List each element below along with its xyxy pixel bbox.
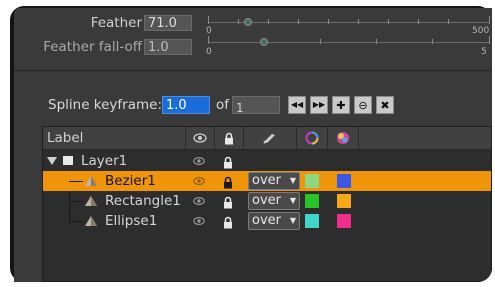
tree-row-label: Rectangle1 bbox=[105, 193, 181, 209]
tree-row-label: Bezier1 bbox=[105, 173, 156, 189]
lock-icon[interactable] bbox=[223, 174, 235, 189]
tree-row-layer1[interactable]: Layer1 bbox=[43, 151, 491, 171]
label-column-header[interactable]: Label bbox=[47, 127, 83, 149]
feather-falloff-slider[interactable] bbox=[208, 36, 490, 48]
tree-row-rectangle1[interactable]: Rectangle1 over ▼ bbox=[43, 191, 491, 211]
bezier-shape-icon bbox=[85, 176, 97, 186]
shape-color-swatch[interactable] bbox=[337, 174, 351, 188]
blend-mode-select[interactable]: over ▼ bbox=[248, 172, 300, 190]
visibility-column-header[interactable] bbox=[185, 127, 214, 149]
lock-icon bbox=[225, 132, 233, 144]
overlay-column-header[interactable] bbox=[296, 127, 327, 149]
spline-keyframe-label: Spline keyframe: bbox=[48, 97, 163, 113]
tree-row-bezier1[interactable]: Bezier1 over ▼ bbox=[43, 171, 491, 191]
clear-keyframes-icon: ✖ bbox=[380, 98, 390, 112]
ellipse-shape-icon bbox=[85, 216, 97, 226]
feather-falloff-row: Feather fall-off 1.0 0 5 bbox=[14, 36, 492, 57]
remove-keyframe-icon: ⊖ bbox=[358, 98, 368, 112]
feather-falloff-input[interactable]: 1.0 bbox=[144, 39, 192, 55]
feather-falloff-max-label: 5 bbox=[481, 47, 487, 57]
layer-icon bbox=[63, 156, 73, 165]
overlay-color-swatch[interactable] bbox=[305, 194, 319, 208]
dropdown-arrow-icon: ▼ bbox=[289, 216, 296, 225]
remove-keyframe-button[interactable]: ⊖ bbox=[354, 96, 372, 114]
color-ball-icon bbox=[337, 132, 349, 144]
feather-label: Feather bbox=[90, 15, 142, 31]
feather-row: Feather 71.0 0 500 bbox=[14, 14, 492, 36]
extra-column-header bbox=[358, 127, 492, 149]
dropdown-arrow-icon: ▼ bbox=[289, 176, 296, 185]
blend-mode-select[interactable]: over ▼ bbox=[248, 192, 300, 210]
blend-column-header[interactable] bbox=[243, 127, 296, 149]
feather-falloff-min-label: 0 bbox=[206, 47, 212, 57]
prev-keyframe-icon: ◀◀ bbox=[290, 100, 304, 109]
tree-row-ellipse1[interactable]: Ellipse1 over ▼ bbox=[43, 211, 491, 231]
roto-settings-panel: Feather 71.0 0 500 Feather fall-off 1.0 … bbox=[14, 8, 492, 282]
overlay-color-swatch[interactable] bbox=[305, 174, 319, 188]
spline-keyframe-input[interactable]: 1.0 bbox=[162, 96, 210, 114]
lock-icon[interactable] bbox=[223, 214, 235, 229]
feather-falloff-label: Feather fall-off bbox=[43, 39, 142, 55]
shape-color-swatch[interactable] bbox=[337, 194, 351, 208]
dropdown-arrow-icon: ▼ bbox=[289, 196, 296, 205]
tree-row-label: Layer1 bbox=[81, 153, 128, 169]
blend-mode-select[interactable]: over ▼ bbox=[248, 212, 300, 230]
tree-header: Label bbox=[43, 127, 491, 150]
feather-falloff-slider-handle[interactable] bbox=[260, 38, 269, 46]
layers-tree[interactable]: Label Layer1 Bezier1 over ▼ Rectangle1 o… bbox=[42, 126, 492, 282]
clear-keyframes-button[interactable]: ✖ bbox=[376, 96, 394, 114]
shape-color-swatch[interactable] bbox=[337, 214, 351, 228]
spline-keyframe-of-label: of bbox=[216, 97, 230, 113]
lock-icon[interactable] bbox=[223, 154, 235, 169]
feather-min-label: 0 bbox=[206, 26, 212, 36]
feather-max-label: 500 bbox=[472, 26, 490, 36]
feather-input[interactable]: 71.0 bbox=[144, 15, 192, 31]
prev-keyframe-button[interactable]: ◀◀ bbox=[288, 96, 306, 114]
visibility-eye-icon[interactable] bbox=[193, 155, 205, 167]
rectangle-shape-icon bbox=[85, 196, 97, 206]
next-keyframe-button[interactable]: ▶▶ bbox=[310, 96, 328, 114]
brush-icon bbox=[263, 134, 275, 144]
lock-icon[interactable] bbox=[223, 194, 235, 209]
add-keyframe-icon: ✚ bbox=[336, 98, 346, 112]
visibility-eye-icon[interactable] bbox=[193, 215, 205, 227]
divider bbox=[14, 70, 492, 71]
visibility-eye-icon[interactable] bbox=[193, 195, 205, 207]
visibility-eye-icon[interactable] bbox=[193, 175, 205, 187]
tree-row-label: Ellipse1 bbox=[105, 213, 158, 229]
eye-icon bbox=[193, 133, 207, 143]
color-wheel-icon bbox=[305, 131, 319, 145]
lock-column-header[interactable] bbox=[214, 127, 243, 149]
add-keyframe-button[interactable]: ✚ bbox=[332, 96, 350, 114]
next-keyframe-icon: ▶▶ bbox=[312, 100, 326, 109]
overlay-color-swatch[interactable] bbox=[305, 214, 319, 228]
feather-slider[interactable] bbox=[208, 16, 490, 28]
feather-slider-handle[interactable] bbox=[244, 18, 253, 26]
color-column-header[interactable] bbox=[327, 127, 358, 149]
expand-arrow-icon[interactable] bbox=[47, 157, 57, 165]
spline-keyframe-total: 1 bbox=[232, 96, 280, 115]
